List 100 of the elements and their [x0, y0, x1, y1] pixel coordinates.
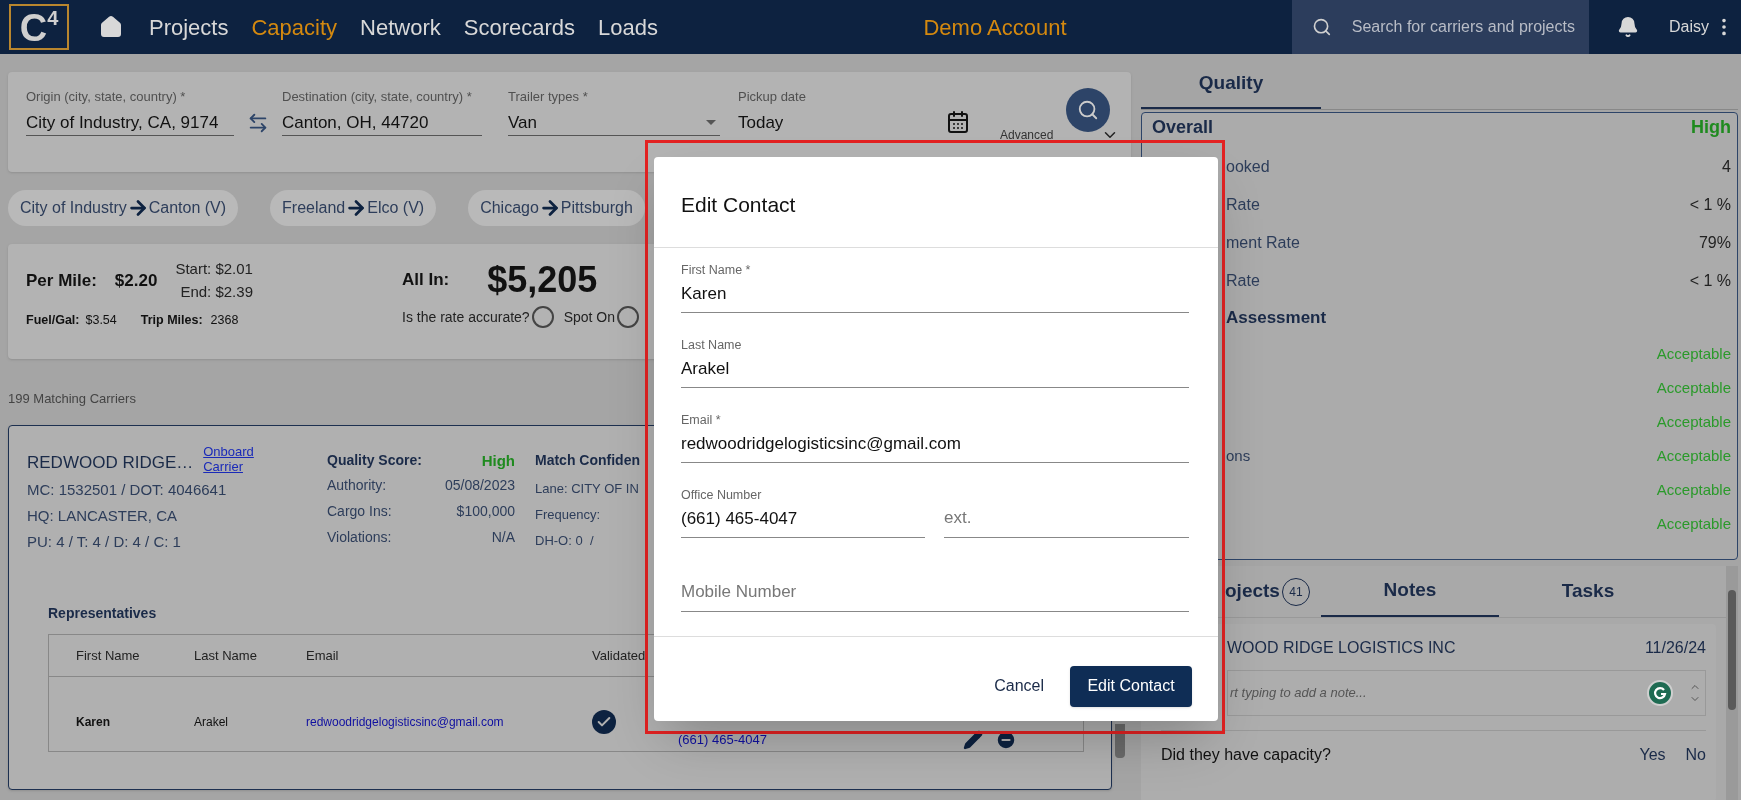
input-field[interactable]: Origin (city, state, country) * City of Industry, CA, 9174 [26, 88, 234, 136]
metric-label: Rate [1226, 195, 1260, 215]
match-detail: DH-O: 0 / [535, 531, 595, 550]
table-cell-text: Karen [76, 714, 111, 731]
panel-tab[interactable]: Notes [1321, 566, 1499, 617]
match-detail: Lane: CITY OF IN [535, 479, 640, 498]
recent-lane-chip[interactable]: Chicago Pittsburgh [468, 190, 645, 226]
detail-value: 05/08/2023 [444, 476, 515, 495]
carrier-counts: PU: 4 / T: 4 / D: 4 / C: 1 [27, 532, 182, 552]
carrier-headquarters: HQ: LANCASTER, CA [27, 506, 179, 526]
nav-link[interactable]: Capacity [251, 10, 338, 44]
email-link[interactable]: redwoodridgelogisticsinc@gmail.com [306, 713, 592, 731]
input-field[interactable]: Last Name Arakel [681, 326, 1189, 388]
user-name[interactable]: Daisy [1669, 15, 1709, 39]
panel-tab[interactable]: ojects 41 [1225, 566, 1321, 617]
match-confidence-label: Match Confiden [535, 450, 641, 470]
lane-destination: Elco (V) [367, 198, 425, 218]
column-header: First Name [76, 646, 141, 665]
panel-tab[interactable]: Tasks [1499, 566, 1677, 617]
risk-assessment-heading: Assessment [1225, 307, 1328, 329]
metric-label: ment Rate [1226, 233, 1300, 253]
cancel-button[interactable]: Cancel [994, 674, 1044, 698]
lane-destination: Pittsburgh [560, 198, 633, 218]
detail-label: Authority: [327, 476, 387, 495]
trip-miles-value: 2368 [210, 312, 239, 329]
quality-tab[interactable]: Quality [1141, 60, 1321, 109]
nav-link[interactable]: Loads [598, 10, 658, 44]
recent-lane-chip[interactable]: Freeland Elco (V) [270, 190, 437, 226]
metric-value: < 1 % [1689, 271, 1731, 291]
trip-miles-label: Trip Miles: [140, 312, 203, 329]
search-input[interactable]: Search for carriers and projects [1351, 15, 1589, 39]
end-rate: End: $2.39 [180, 281, 253, 302]
lane-origin: City of Industry [20, 198, 127, 218]
per-mile-value: $2.20 [114, 269, 158, 292]
capacity-question: Did they have capacity? [1161, 745, 1331, 765]
note-date: 11/26/24 [1644, 638, 1706, 658]
risk-value: Acceptable [1656, 411, 1731, 432]
note-input[interactable]: rt typing to add a note... [1230, 683, 1647, 703]
overall-label: Overall [1152, 116, 1214, 139]
start-rate: Start: $2.01 [175, 259, 253, 279]
table-cell-text: Arakel [194, 714, 229, 731]
metric-value: 4 [1722, 157, 1731, 177]
office-number-field[interactable]: Office Number (661) 465-4047 [681, 476, 925, 538]
column-header: Email [306, 646, 340, 665]
match-detail: Frequency: [535, 505, 602, 524]
input-field[interactable]: First Name * Karen [681, 251, 1189, 313]
input-field[interactable]: Destination (city, state, country) * Canton, OH, 44720 [282, 88, 482, 136]
per-mile-label: Per Mile: [26, 269, 97, 292]
phone-link[interactable]: (661) 465-4047 [678, 730, 767, 750]
radio-label[interactable]: Spot On [563, 306, 615, 328]
metric-value: < 1 % [1689, 195, 1731, 215]
detail-label: Violations: [327, 528, 392, 547]
risk-label: ons [1226, 445, 1251, 466]
all-in-value: $5,205 [487, 258, 598, 302]
detail-value: N/A [491, 528, 515, 547]
column-header: Validated [592, 646, 647, 665]
answer-button[interactable]: No [1685, 743, 1706, 767]
answer-button[interactable]: Yes [1639, 743, 1666, 767]
detail-label: Cargo Ins: [327, 502, 392, 521]
risk-value: Acceptable [1656, 479, 1731, 500]
carrier-ids: MC: 1532501 / DOT: 4046641 [27, 480, 228, 500]
metric-label: ooked [1226, 157, 1270, 177]
fuel-label: Fuel/Gal: [26, 312, 80, 329]
fuel-value: $3.54 [85, 312, 117, 329]
carrier-name: REDWOOD RIDGE… [27, 451, 194, 474]
representatives-heading: Representatives [48, 604, 158, 623]
recent-lane-chip[interactable]: City of Industry Canton (V) [8, 190, 239, 226]
nav-link[interactable]: Projects [149, 10, 229, 44]
date-field[interactable]: Pickup date Today [738, 88, 938, 136]
account-name: Demo Account [923, 13, 1067, 42]
matching-carriers-count: 199 Matching Carriers [8, 390, 137, 408]
overall-value: High [1691, 116, 1731, 139]
nav-link[interactable]: Network [360, 10, 441, 44]
risk-value: Acceptable [1656, 377, 1731, 398]
metric-label: Rate [1226, 271, 1260, 291]
all-in-label: All In: [402, 269, 450, 292]
input-field[interactable]: Email * redwoodridgelogisticsinc@gmail.com [681, 401, 1189, 463]
quality-score-value: High [481, 450, 515, 471]
trailer-select[interactable]: Trailer types * Van [508, 88, 720, 136]
lane-destination: Canton (V) [148, 198, 227, 218]
detail-value: $100,000 [456, 502, 515, 521]
lane-origin: Freeland [282, 198, 346, 218]
risk-value: Acceptable [1656, 343, 1731, 364]
onboard-carrier-link[interactable]: Onboard Carrier [203, 443, 274, 474]
column-header: Last Name [194, 646, 258, 665]
note-company: WOOD RIDGE LOGISTICS INC [1227, 638, 1456, 658]
metric-value: 79% [1698, 233, 1731, 253]
nav-link[interactable]: Scorecards [463, 10, 576, 44]
quality-score-label: Quality Score: [327, 450, 422, 470]
advanced-options-link[interactable]: Advanced [1000, 128, 1054, 142]
risk-value: Acceptable [1656, 513, 1731, 534]
dialog-title: Edit Contact [681, 192, 797, 218]
risk-value: Acceptable [1656, 445, 1731, 466]
search-bar[interactable]: Search for carriers and projects [1292, 0, 1589, 54]
note-field[interactable]: rt typing to add a note... [1227, 670, 1706, 716]
lane-origin: Chicago [480, 198, 539, 218]
extension-field[interactable]: ext. [944, 505, 1189, 531]
edit-contact-button[interactable]: Edit Contact [1070, 665, 1192, 707]
mobile-number-field[interactable]: Mobile Number [681, 579, 1189, 605]
rate-accuracy-question: Is the rate accurate? [402, 307, 530, 327]
